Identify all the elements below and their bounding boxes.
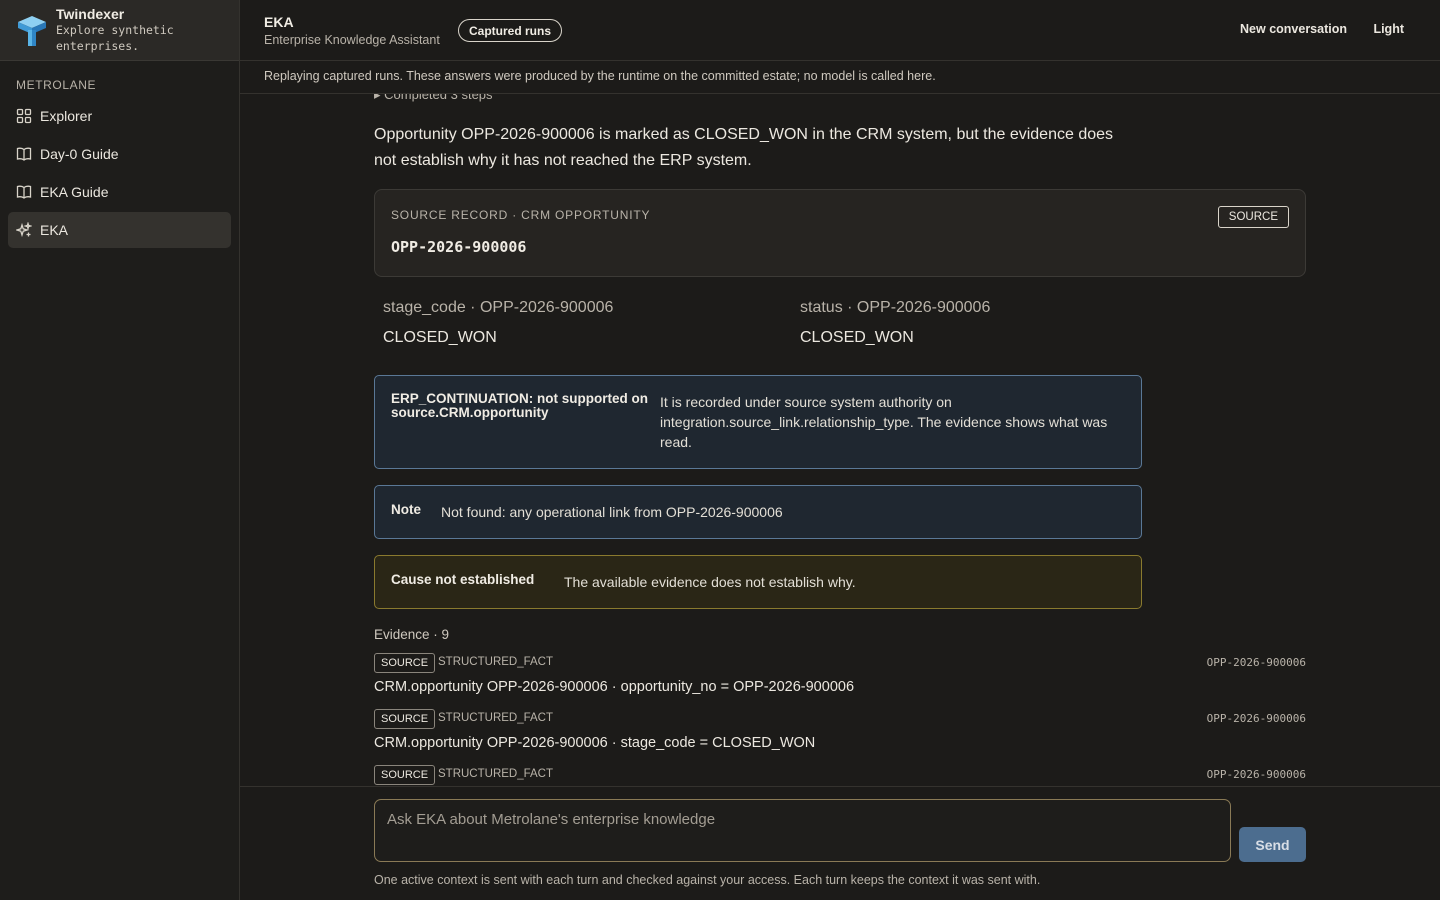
- field-status: status · OPP-2026-900006 CLOSED_WON: [800, 299, 990, 347]
- evidence-text: CRM.opportunity OPP-2026-900006 · opport…: [374, 679, 855, 695]
- sidebar-nav: Explorer Day-0 Guide EKA Guide EKA: [8, 98, 231, 250]
- note-callout: Note Not found: any operational link fro…: [374, 485, 1142, 539]
- evidence-record-id: OPP-2026-900006: [1206, 712, 1306, 725]
- evidence-row[interactable]: SOURCE STRUCTURED_FACT OPP-2026-900006 C…: [374, 653, 1306, 703]
- sidebar-item-label: EKA: [40, 222, 69, 238]
- field-value: CLOSED_WON: [800, 329, 914, 346]
- send-button[interactable]: Send: [1239, 827, 1306, 862]
- evidence-row[interactable]: SOURCE STRUCTURED_FACT OPP-2026-900006 C…: [374, 709, 1306, 759]
- brand[interactable]: Twindexer Explore synthetic enterprises.: [0, 0, 239, 61]
- message-input[interactable]: [374, 799, 1231, 862]
- field-label: status · OPP-2026-900006: [800, 299, 991, 316]
- source-record-label: SOURCE RECORD · CRM OPPORTUNITY: [391, 208, 651, 222]
- callout-body: Not found: any operational link from OPP…: [441, 504, 783, 520]
- evidence-source-badge: SOURCE: [374, 765, 436, 785]
- sidebar-item-label: EKA Guide: [40, 184, 109, 200]
- field-label: stage_code · OPP-2026-900006: [383, 299, 614, 316]
- evidence-record-id: OPP-2026-900006: [1206, 656, 1306, 669]
- sidebar-section-label: METROLANE: [16, 78, 97, 92]
- source-record-card: SOURCE RECORD · CRM OPPORTUNITY OPP-2026…: [374, 189, 1306, 277]
- page-subtitle: Enterprise Knowledge Assistant: [264, 33, 440, 47]
- completed-steps-toggle[interactable]: ▸ Completed 3 steps: [374, 94, 493, 103]
- new-conversation-button[interactable]: New conversation: [1240, 22, 1347, 36]
- answer-text: Opportunity OPP-2026-900006 is marked as…: [374, 126, 1114, 169]
- field-stage-code: stage_code · OPP-2026-900006 CLOSED_WON: [383, 299, 613, 347]
- evidence-source-badge: SOURCE: [374, 709, 436, 729]
- brand-name: Twindexer: [56, 6, 125, 22]
- sidebar-item-label: Day-0 Guide: [40, 146, 119, 162]
- sparkle-icon: [16, 222, 32, 238]
- composer-note: One active context is sent with each tur…: [374, 873, 1041, 887]
- evidence-kind: STRUCTURED_FACT: [438, 712, 554, 724]
- sidebar-item-explorer[interactable]: Explorer: [8, 98, 231, 134]
- page-header: EKA Enterprise Knowledge Assistant Captu…: [240, 0, 1440, 61]
- evidence-kind: STRUCTURED_FACT: [438, 656, 554, 668]
- twindexer-logo-icon: [18, 16, 46, 46]
- evidence-source-badge: SOURCE: [374, 653, 436, 673]
- evidence-record-id: OPP-2026-900006: [1206, 768, 1306, 781]
- sidebar-item-eka[interactable]: EKA: [8, 212, 231, 248]
- evidence-text: CRM.opportunity OPP-2026-900006 · stage_…: [374, 735, 816, 751]
- theme-toggle-button[interactable]: Light: [1373, 22, 1404, 36]
- callout-heading: ERP_CONTINUATION: not supported on sourc…: [391, 391, 648, 420]
- evidence-title: Evidence · 9: [374, 627, 450, 642]
- sidebar-item-day-0-guide[interactable]: Day-0 Guide: [8, 136, 231, 172]
- source-record-id: OPP-2026-900006: [391, 238, 527, 256]
- grid-icon: [16, 108, 32, 124]
- source-badge: SOURCE: [1217, 206, 1289, 228]
- callout-body: It is recorded under source system autho…: [660, 394, 1108, 450]
- captured-runs-badge[interactable]: Captured runs: [458, 19, 563, 42]
- replay-banner: Replaying captured runs. These answers w…: [240, 61, 1440, 94]
- sidebar: Twindexer Explore synthetic enterprises.…: [0, 0, 240, 900]
- sidebar-item-label: Explorer: [40, 108, 93, 124]
- callout-body: The available evidence does not establis…: [564, 574, 856, 590]
- page-title: EKA: [264, 14, 294, 30]
- evidence-row[interactable]: SOURCE STRUCTURED_FACT OPP-2026-900006: [374, 765, 1306, 786]
- brand-subtitle: Explore synthetic enterprises.: [56, 23, 174, 53]
- field-value: CLOSED_WON: [383, 329, 497, 346]
- callout-heading: Cause not established: [391, 572, 535, 587]
- support-callout: ERP_CONTINUATION: not supported on sourc…: [374, 375, 1142, 469]
- sidebar-item-eka-guide[interactable]: EKA Guide: [8, 174, 231, 210]
- cause-callout: Cause not established The available evid…: [374, 555, 1142, 609]
- composer: Send One active context is sent with eac…: [240, 786, 1440, 900]
- evidence-kind: STRUCTURED_FACT: [438, 768, 554, 780]
- callout-heading: Note: [391, 502, 421, 517]
- conversation-area[interactable]: ▸ Completed 3 steps Opportunity OPP-2026…: [240, 94, 1440, 786]
- book-icon: [16, 185, 32, 199]
- book-icon: [16, 147, 32, 161]
